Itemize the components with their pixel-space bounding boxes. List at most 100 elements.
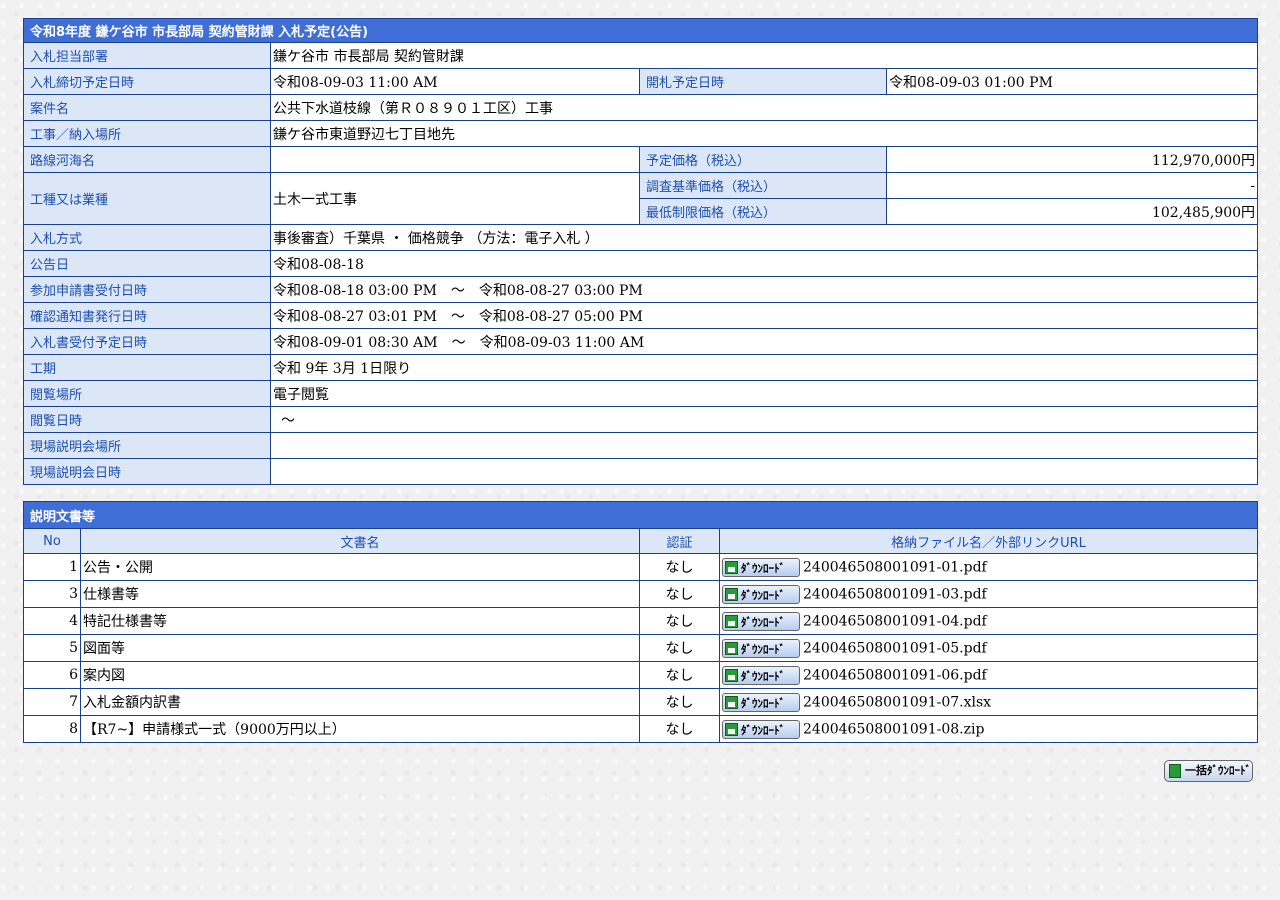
download-button[interactable]: ﾀﾞｳﾝﾛｰﾄﾞ [722,665,800,685]
receive-value: 令和08-09-01 08:30 AM ～ 令和08-09-03 11:00 A… [269,328,1259,355]
download-button[interactable]: ﾀﾞｳﾝﾛｰﾄﾞ [722,611,800,631]
download-icon [1169,764,1181,778]
doc-name: 図面等 [80,634,640,662]
doc-name: 公告・公開 [80,553,640,581]
planned-price-label: 予定価格（税込） [639,146,887,173]
download-label: ﾀﾞｳﾝﾛｰﾄﾞ [741,642,785,656]
download-label: ﾀﾞｳﾝﾛｰﾄﾞ [741,561,785,575]
deadline-label: 入札締切予定日時 [23,68,271,95]
doc-file-name: 240046508001091-08.zip [803,721,985,737]
doc-no: 8 [23,715,81,743]
receive-label: 入札書受付予定日時 [23,328,271,355]
download-icon [725,614,738,628]
doc-no: 4 [23,607,81,635]
deadline-value: 令和08-09-03 11:00 AM [270,68,640,95]
bulk-download-button[interactable]: 一括ﾀﾞｳﾝﾛｰﾄﾞ [1164,760,1253,782]
route-value [270,146,640,173]
case-value: 公共下水道枝線（第Ｒ０８９０１工区）工事 [269,94,1259,121]
site-place-label: 現場説明会場所 [23,432,271,459]
download-icon [725,668,738,682]
doc-file-name: 240046508001091-04.pdf [803,613,987,629]
doc-file-cell: ﾀﾞｳﾝﾛｰﾄﾞ 240046508001091-04.pdf [718,607,1259,635]
download-button[interactable]: ﾀﾞｳﾝﾛｰﾄﾞ [722,584,800,604]
view-date-value: ～ [269,406,1259,433]
dept-label: 入札担当部署 [23,42,271,69]
download-label: ﾀﾞｳﾝﾛｰﾄﾞ [741,696,785,710]
documents-title: 説明文書等 [22,501,1259,529]
table-row: 7 入札金額内訳書 なし ﾀﾞｳﾝﾛｰﾄﾞ 240046508001091-07.xls… [23,688,1259,716]
download-label: ﾀﾞｳﾝﾛｰﾄﾞ [741,588,785,602]
announce-label: 公告日 [23,250,271,277]
header-file: 格納ファイル名／外部リンクURL [718,528,1259,554]
opening-label: 開札予定日時 [639,68,887,95]
notice-table: 令和8年度 鎌ケ谷市 市長部局 契約管財課 入札予定(公告) 入札担当部署 鎌ケ… [22,18,1259,485]
confirm-label: 確認通知書発行日時 [23,302,271,329]
doc-no: 6 [23,661,81,689]
doc-file-name: 240046508001091-03.pdf [803,586,987,602]
doc-file-cell: ﾀﾞｳﾝﾛｰﾄﾞ 240046508001091-03.pdf [718,580,1259,608]
type-label: 工種又は業種 [23,172,271,225]
doc-cert: なし [639,580,720,608]
view-date-label: 閲覧日時 [23,406,271,433]
download-button[interactable]: ﾀﾞｳﾝﾛｰﾄﾞ [722,557,800,577]
route-label: 路線河海名 [23,146,271,173]
download-button[interactable]: ﾀﾞｳﾝﾛｰﾄﾞ [722,638,800,658]
type-value: 土木一式工事 [270,172,640,225]
doc-name: 案内図 [80,661,640,689]
case-label: 案件名 [23,94,271,121]
doc-file-cell: ﾀﾞｳﾝﾛｰﾄﾞ 240046508001091-07.xlsx [718,688,1259,716]
doc-name: 仕様書等 [80,580,640,608]
method-value: 事後審査）千葉県 ・ 価格競争 （方法：電子入札 ） [269,224,1259,251]
table-row: 1 公告・公開 なし ﾀﾞｳﾝﾛｰﾄﾞ 240046508001091-01.pdf [23,553,1259,581]
doc-file-cell: ﾀﾞｳﾝﾛｰﾄﾞ 240046508001091-08.zip [718,715,1259,743]
table-row: 8 【R7~】申請様式一式（9000万円以上） なし ﾀﾞｳﾝﾛｰﾄﾞ 24004650… [23,715,1259,743]
doc-cert: なし [639,661,720,689]
opening-value: 令和08-09-03 01:00 PM [885,68,1259,95]
header-cert: 認証 [639,528,720,554]
documents-table: 説明文書等 No 文書名 認証 格納ファイル名／外部リンクURL 1 公告・公開な… [22,501,1259,743]
doc-name: 【R7~】申請様式一式（9000万円以上） [80,715,640,743]
download-label: ﾀﾞｳﾝﾛｰﾄﾞ [741,615,785,629]
min-price-value: 102,485,900円 [885,198,1259,225]
doc-file-cell: ﾀﾞｳﾝﾛｰﾄﾞ 240046508001091-01.pdf [718,553,1259,581]
download-button[interactable]: ﾀﾞｳﾝﾛｰﾄﾞ [722,719,800,739]
doc-cert: なし [639,715,720,743]
site-date-label: 現場説明会日時 [23,458,271,485]
download-icon [725,587,738,601]
doc-name: 入札金額内訳書 [80,688,640,716]
doc-no: 5 [23,634,81,662]
table-row: 6 案内図 なし ﾀﾞｳﾝﾛｰﾄﾞ 240046508001091-06.pdf [23,661,1259,689]
period-label: 工期 [23,354,271,381]
place-label: 工事／納入場所 [23,120,271,147]
table-row: 4 特記仕様書等 なし ﾀﾞｳﾝﾛｰﾄﾞ 240046508001091-04.pdf [23,607,1259,635]
download-label: ﾀﾞｳﾝﾛｰﾄﾞ [741,723,785,737]
doc-file-name: 240046508001091-07.xlsx [803,694,992,710]
download-icon [725,641,738,655]
period-value: 令和 9年 3月 1日限り [269,354,1259,381]
doc-file-cell: ﾀﾞｳﾝﾛｰﾄﾞ 240046508001091-06.pdf [718,661,1259,689]
announce-value: 令和08-08-18 [269,250,1259,277]
apply-value: 令和08-08-18 03:00 PM ～ 令和08-08-27 03:00 P… [269,276,1259,303]
apply-label: 参加申請書受付日時 [23,276,271,303]
method-label: 入札方式 [23,224,271,251]
download-label: ﾀﾞｳﾝﾛｰﾄﾞ [741,669,785,683]
doc-no: 3 [23,580,81,608]
table-row: 3 仕様書等 なし ﾀﾞｳﾝﾛｰﾄﾞ 240046508001091-03.pdf [23,580,1259,608]
header-name: 文書名 [80,528,640,554]
min-price-label: 最低制限価格（税込） [639,198,887,225]
doc-no: 1 [23,553,81,581]
place-value: 鎌ケ谷市東道野辺七丁目地先 [269,120,1259,147]
doc-file-name: 240046508001091-01.pdf [803,559,987,575]
doc-file-name: 240046508001091-05.pdf [803,640,987,656]
confirm-value: 令和08-08-27 03:01 PM ～ 令和08-08-27 05:00 P… [269,302,1259,329]
doc-file-name: 240046508001091-06.pdf [803,667,987,683]
doc-cert: なし [639,607,720,635]
download-button[interactable]: ﾀﾞｳﾝﾛｰﾄﾞ [722,692,800,712]
view-place-value: 電子閲覧 [269,380,1259,407]
download-icon [725,560,738,574]
doc-file-cell: ﾀﾞｳﾝﾛｰﾄﾞ 240046508001091-05.pdf [718,634,1259,662]
site-place-value [269,432,1259,459]
header-no: No [23,528,81,554]
survey-price-value: - [885,172,1259,199]
dept-value: 鎌ケ谷市 市長部局 契約管財課 [269,42,1259,69]
